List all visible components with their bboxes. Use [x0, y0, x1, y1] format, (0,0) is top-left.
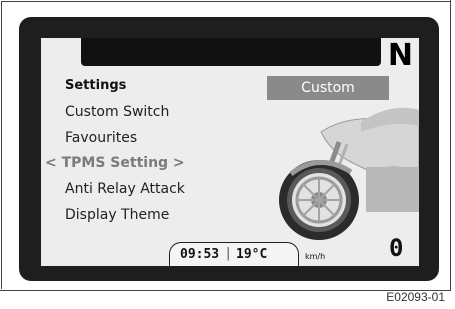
- speed-unit: km/h: [305, 252, 326, 261]
- menu-item-display-theme[interactable]: Display Theme: [65, 207, 169, 223]
- ambient-temperature: 19°C: [236, 247, 268, 262]
- figure-code: E02093-01: [386, 290, 445, 304]
- menu-title: Settings: [65, 78, 127, 93]
- gear-indicator: N: [387, 38, 413, 73]
- top-status-strip: [81, 38, 381, 66]
- display-screen: N Settings Custom Switch Favourites < TP…: [41, 38, 419, 266]
- menu-item-tpms-setting[interactable]: < TPMS Setting >: [45, 155, 185, 171]
- clock-time: 09:53: [180, 247, 220, 262]
- info-separator: |: [226, 246, 231, 261]
- frame-bottom-border: [0, 290, 451, 291]
- menu-item-anti-relay-attack[interactable]: Anti Relay Attack: [65, 181, 185, 197]
- riding-mode-badge: Custom: [267, 76, 389, 100]
- menu-item-custom-switch[interactable]: Custom Switch: [65, 104, 169, 120]
- menu-item-favourites[interactable]: Favourites: [65, 130, 137, 146]
- frame-right-border: [450, 0, 451, 290]
- speed-readout: 0: [389, 234, 404, 262]
- motorcycle-image: [279, 107, 419, 240]
